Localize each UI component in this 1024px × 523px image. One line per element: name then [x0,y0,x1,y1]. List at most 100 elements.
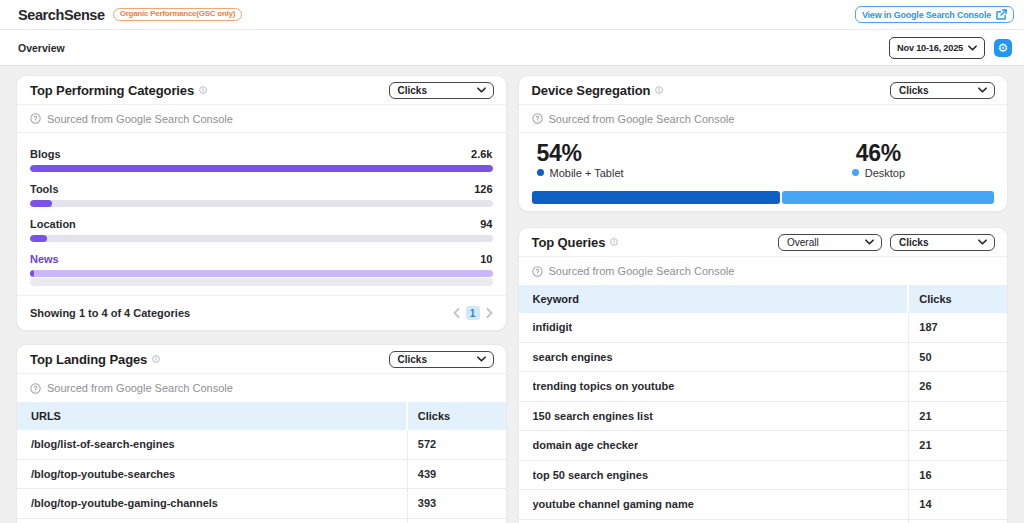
queries-cell-key: domain age checker [519,431,910,460]
queries-cell-key: 150 search engines list [519,402,910,431]
organic-performance-badge: Organic Performance(GSC only) [113,8,242,22]
category-row: Location94 [30,218,493,242]
chevron-down-icon [978,87,987,93]
info-icon[interactable] [152,355,160,363]
landing-col-header-label: Clicks [418,410,450,422]
categories-bar-list: Blogs 2.6k Tools126 Location94 News10 [17,133,506,295]
question-circle-icon[interactable] [532,113,543,124]
categories-metric-select[interactable]: Clicks [389,82,494,99]
landing-cell-value: 572 [408,430,506,459]
queries-cell-key-text: infidigit [533,321,573,333]
info-icon[interactable] [610,238,618,246]
chevron-down-icon [477,87,486,93]
queries-cell-value-text: 26 [919,380,931,392]
landing-cell-key: /blog/top-youtube-searches [17,460,408,489]
landing-cell-key: /blog/list-of-search-engines [17,430,408,459]
category-label: Tools [30,183,59,195]
categories-metric-value: Clicks [398,85,427,96]
category-label: Blogs [30,148,61,160]
queries-cell-value: 14 [909,490,1007,519]
table-row: top 50 search engines16 [519,461,1008,491]
question-circle-icon[interactable] [30,113,41,124]
queries-source-note: Sourced from Google Search Console [519,257,1008,285]
queries-metric-select[interactable]: Clicks [890,234,995,251]
pagination-next-icon[interactable] [486,308,493,318]
queries-metric-value: Clicks [899,237,928,248]
date-range-label: Nov 10-16, 2025 [897,43,963,53]
category-bar-track[interactable] [30,200,493,207]
landing-cell-key [17,519,408,523]
categories-showing-text: Showing 1 to 4 of 4 Categories [30,307,190,319]
landing-cell-value: 439 [408,460,506,489]
pagination-prev-icon[interactable] [453,308,460,318]
queries-cell-key-text: search engines [533,351,613,363]
question-circle-icon[interactable] [532,266,543,277]
settings-button[interactable]: ⚙ [994,39,1012,57]
category-label-line: Tools126 [30,183,493,196]
queries-cell-key: top 50 search engines [519,461,910,490]
queries-cell-value: 21 [909,402,1007,431]
device-legend-label: Mobile + Tablet [550,167,624,179]
table-row: youtube channel gaming name 14 [519,490,1008,520]
landing-cell-value-text: 572 [418,438,436,450]
category-value: 2.6k [471,148,492,160]
landing-cell-value: 393 [408,489,506,518]
category-bar-track[interactable] [30,235,493,242]
landing-table-header: URLS Clicks [17,402,506,430]
source-note-text: Sourced from Google Search Console [47,382,233,394]
queries-filter-select[interactable]: Overall [778,234,882,251]
queries-cell-value-text: 21 [919,410,931,422]
queries-cell-value: 187 [909,313,1007,342]
categories-footer: Showing 1 to 4 of 4 Categories 1 [17,295,506,330]
info-icon[interactable] [655,86,663,94]
queries-col-header: Keyword [519,285,910,313]
landing-col-header: URLS [17,402,408,430]
table-row: infidigit 187 [519,313,1008,343]
source-note-text: Sourced from Google Search Console [47,113,233,125]
chevron-down-icon [865,239,874,245]
chevron-down-icon [477,356,486,362]
queries-col-header: Clicks [909,285,1007,313]
pagination-page-1[interactable]: 1 [466,306,480,320]
device-stacked-bar [532,191,995,204]
device-stats: 54%Mobile + Tablet46%Desktop [532,142,995,180]
categories-source-note: Sourced from Google Search Console [17,105,506,133]
queries-card-header: Top Queries Overall Clicks [519,228,1008,257]
device-legend: Desktop [852,165,905,180]
device-metric-select[interactable]: Clicks [890,82,995,99]
dashboard-content: Top Performing Categories Clicks [0,66,1024,523]
gear-icon: ⚙ [998,42,1009,54]
landing-cell-key-text: /blog/top-youtube-searches [31,468,175,480]
queries-table: KeywordClicks infidigit 187 search engines 5… [519,285,1008,523]
landing-cell-key-text: /blog/top-youtube-gaming-channels [31,497,218,509]
category-ghost-track [30,278,493,286]
category-bar-track[interactable] [30,165,493,172]
date-range-picker[interactable]: Nov 10-16, 2025 [889,37,985,59]
sub-header: Overview Nov 10-16, 2025 ⚙ [0,30,1024,66]
device-card-title: Device Segregation [532,83,651,98]
category-label-line: Location94 [30,218,493,231]
categories-card-title: Top Performing Categories [30,83,194,98]
landing-pages-metric-select[interactable]: Clicks [389,351,494,368]
category-row: News10 [30,253,493,286]
device-segregation-card: Device Segregation Clicks [518,75,1009,212]
chevron-down-icon [968,45,977,51]
device-chart: 54%Mobile + Tablet46%Desktop [519,133,1008,211]
categories-pagination: 1 [453,306,493,320]
landing-col-header-label: URLS [31,410,61,422]
queries-cell-key-text: youtube channel gaming name [533,498,694,510]
category-bar-track[interactable] [30,270,493,277]
category-bar-fill [30,270,34,277]
table-row: search engines 50 [519,343,1008,373]
view-in-gsc-button[interactable]: View in Google Search Console [855,6,1014,23]
queries-cell-value: 50 [909,343,1007,372]
table-row: /blog/top-youtube-gaming-channels 393 [17,489,506,519]
queries-cell-key-text: domain age checker [533,439,639,451]
question-circle-icon[interactable] [30,383,41,394]
table-row-partial [519,520,1008,523]
device-bar-segment [782,191,994,204]
queries-filter-value: Overall [787,237,819,248]
device-stat-block: 46%Desktop [763,142,994,180]
table-row: /blog/top-youtube-searches 439 [17,460,506,490]
info-icon[interactable] [199,86,207,94]
